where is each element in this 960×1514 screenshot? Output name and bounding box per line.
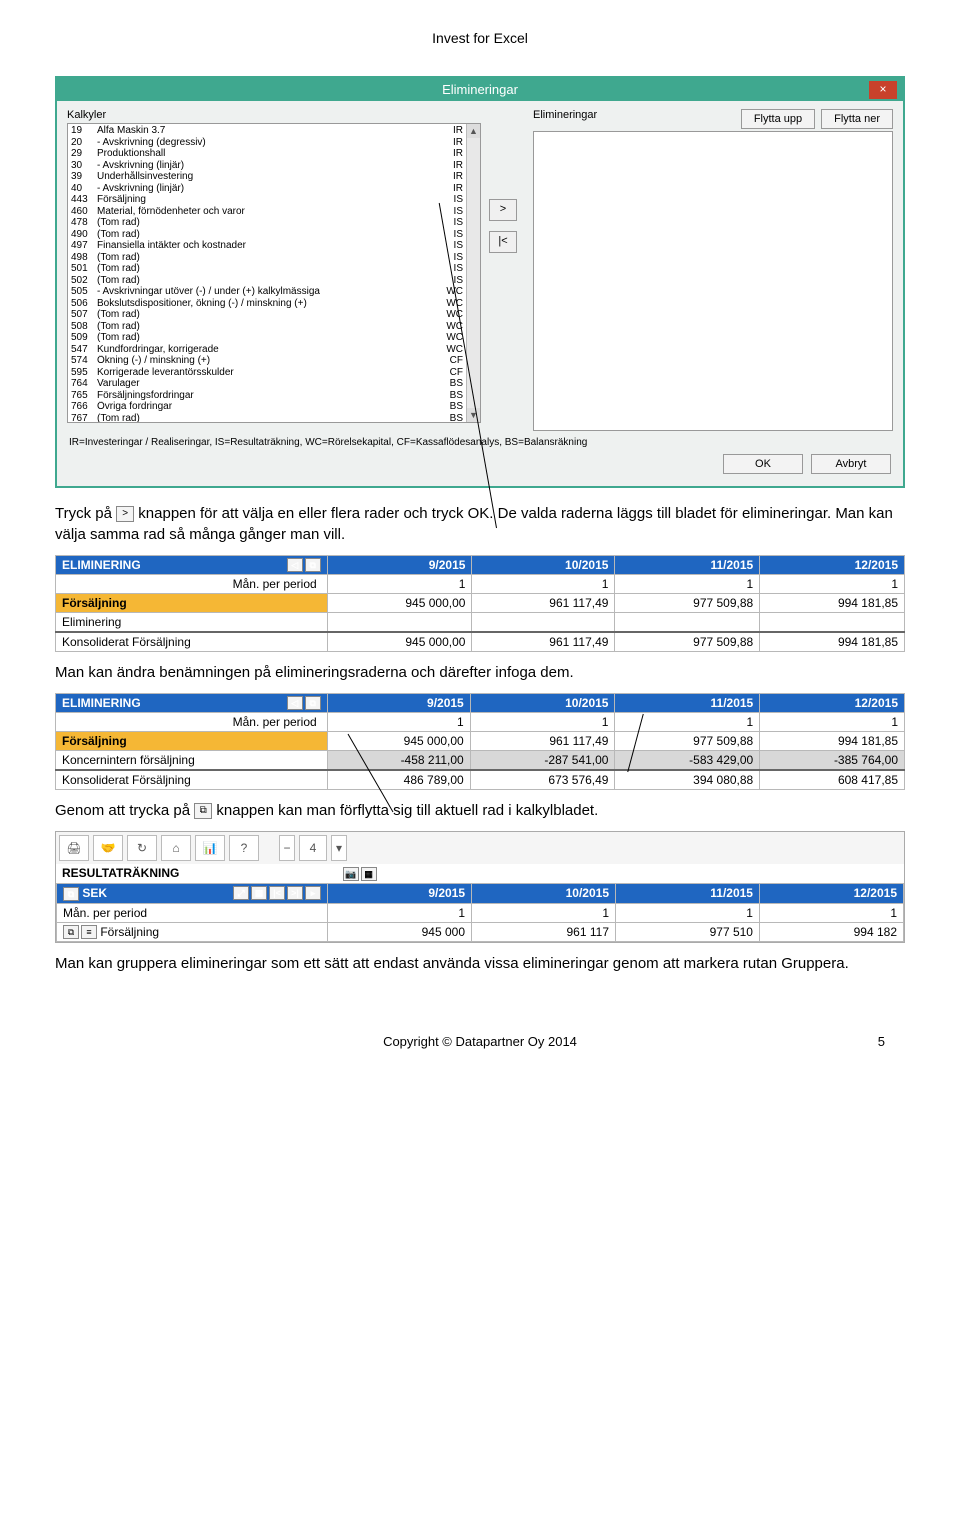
ok-button[interactable]: OK [723, 454, 803, 474]
kalkyler-label: Kalkyler [67, 109, 481, 121]
list-item[interactable]: 478(Tom rad)IS [71, 217, 463, 229]
nav-prev-icon[interactable]: ◁ [287, 558, 303, 572]
nav-first-icon[interactable]: |< [269, 886, 285, 900]
move-icon-inline: > [116, 506, 134, 522]
elimineringar-listbox[interactable] [533, 131, 893, 431]
refresh-icon[interactable]: ↻ [127, 835, 157, 861]
scroll-up-icon[interactable]: ▲ [467, 124, 480, 138]
grid-icon[interactable]: ▦ [361, 867, 377, 881]
cell-icon[interactable]: ⧉ [63, 887, 79, 901]
collapse-icon[interactable]: − [279, 835, 295, 861]
list-item[interactable]: 29ProduktionshallIR [71, 148, 463, 160]
table-title: ELIMINERING [62, 558, 141, 572]
dialog-title-bar: Elimineringar × [57, 78, 903, 101]
spinner-value[interactable]: 4 [299, 835, 327, 861]
page-footer: Copyright © Datapartner Oy 2014 5 [55, 1034, 905, 1049]
paragraph-1: Tryck på > knappen för att välja en elle… [55, 503, 905, 545]
page-number: 5 [878, 1034, 885, 1049]
elimineringar-label: Elimineringar [533, 109, 735, 127]
list-item[interactable]: 497Finansiella intäkter och kostnaderIS [71, 240, 463, 252]
handshake-icon[interactable]: 🤝 [93, 835, 123, 861]
resultatrakning-label: RESULTATRÄKNING 📷 ▦ [56, 864, 904, 883]
list-item[interactable]: 764VarulagerBS [71, 378, 463, 390]
eliminations-dialog: Elimineringar × Kalkyler 19Alfa Maskin 3… [55, 76, 905, 488]
nav-fwd-icon[interactable]: ▸ [305, 886, 321, 900]
bg-icon[interactable]: ▦ [251, 886, 267, 900]
copyright-text: Copyright © Datapartner Oy 2014 [383, 1034, 577, 1049]
goto-icon-inline: ⧉ [194, 803, 212, 819]
help-icon[interactable]: ? [229, 835, 259, 861]
list-item[interactable]: 508(Tom rad)WC [71, 321, 463, 333]
list-item[interactable]: 509(Tom rad)WC [71, 332, 463, 344]
nav-prev-icon[interactable]: ◁ [287, 696, 303, 710]
nav-last-icon[interactable]: >| [287, 886, 303, 900]
list-item[interactable]: 20 - Avskrivning (degressiv)IR [71, 137, 463, 149]
list-item[interactable]: 507(Tom rad)WC [71, 309, 463, 321]
list-item[interactable]: 506Bokslutsdispositioner, ökning (-) / m… [71, 298, 463, 310]
list-item[interactable]: 460Material, förnödenheter och varorIS [71, 206, 463, 218]
list-item[interactable]: 502(Tom rad)IS [71, 275, 463, 287]
list-item[interactable]: 501(Tom rad)IS [71, 263, 463, 275]
paragraph-2: Man kan ändra benämningen på eliminering… [55, 662, 905, 683]
cancel-button[interactable]: Avbryt [811, 454, 891, 474]
camera-icon[interactable]: 📷 [343, 867, 359, 881]
paragraph-3: Genom att trycka på ⧉ knappen kan man fö… [55, 800, 905, 821]
expand-icon[interactable]: ⤢ [233, 886, 249, 900]
kalkyler-listbox[interactable]: 19Alfa Maskin 3.7IR20 - Avskrivning (deg… [67, 123, 481, 423]
move-right-button[interactable]: > [489, 199, 517, 221]
move-up-button[interactable]: Flytta upp [741, 109, 815, 129]
list-item[interactable]: 767(Tom rad)BS [71, 413, 463, 423]
list-item[interactable]: 19Alfa Maskin 3.7IR [71, 125, 463, 137]
elimination-table-1: ELIMINERING ◁ ⧉ 9/2015 10/2015 11/2015 1… [55, 555, 905, 652]
list-item[interactable]: 40 - Avskrivning (linjär)IR [71, 183, 463, 195]
list-item[interactable]: 443FörsäljningIS [71, 194, 463, 206]
chart-icon[interactable]: 📊 [195, 835, 225, 861]
home-icon[interactable]: ⌂ [161, 835, 191, 861]
result-toolbar-screenshot: 🖨 🤝 ↻ ⌂ 📊 ? − 4 ▾ RESULTATRÄKNING 📷 ▦ ⧉ … [55, 831, 905, 943]
list-item[interactable]: 39UnderhållsinvesteringIR [71, 171, 463, 183]
nav-table-icon[interactable]: ⧉ [305, 558, 321, 572]
list-item[interactable]: 765FörsäljningsfordringarBS [71, 390, 463, 402]
list-item[interactable]: 490(Tom rad)IS [71, 229, 463, 241]
close-button[interactable]: × [869, 81, 897, 99]
list-item[interactable]: 498(Tom rad)IS [71, 252, 463, 264]
spinner-arrow-icon[interactable]: ▾ [331, 835, 347, 861]
print-icon[interactable]: 🖨 [59, 835, 89, 861]
reset-button[interactable]: |< [489, 231, 517, 253]
list-item[interactable]: 766Övriga fordringarBS [71, 401, 463, 413]
expand-row-icon[interactable]: ≡ [81, 925, 97, 939]
paragraph-4: Man kan gruppera elimineringar som ett s… [55, 953, 905, 974]
list-item[interactable]: 595Korrigerade leverantörsskulderCF [71, 367, 463, 379]
page-header: Invest for Excel [55, 30, 905, 46]
dialog-title-text: Elimineringar [442, 82, 518, 97]
nav-table-icon[interactable]: ⧉ [305, 696, 321, 710]
list-item[interactable]: 547Kundfordringar, korrigeradeWC [71, 344, 463, 356]
list-item[interactable]: 30 - Avskrivning (linjär)IR [71, 160, 463, 172]
move-down-button[interactable]: Flytta ner [821, 109, 893, 129]
list-item[interactable]: 505- Avskrivningar utöver (-) / under (+… [71, 286, 463, 298]
elimination-table-2: ELIMINERING ◁ ⧉ 9/2015 10/2015 11/2015 1… [55, 693, 905, 790]
list-item[interactable]: 574Ökning (-) / minskning (+)CF [71, 355, 463, 367]
row-icon[interactable]: ⧉ [63, 925, 79, 939]
listbox-scrollbar[interactable]: ▲ ▼ [466, 124, 480, 422]
